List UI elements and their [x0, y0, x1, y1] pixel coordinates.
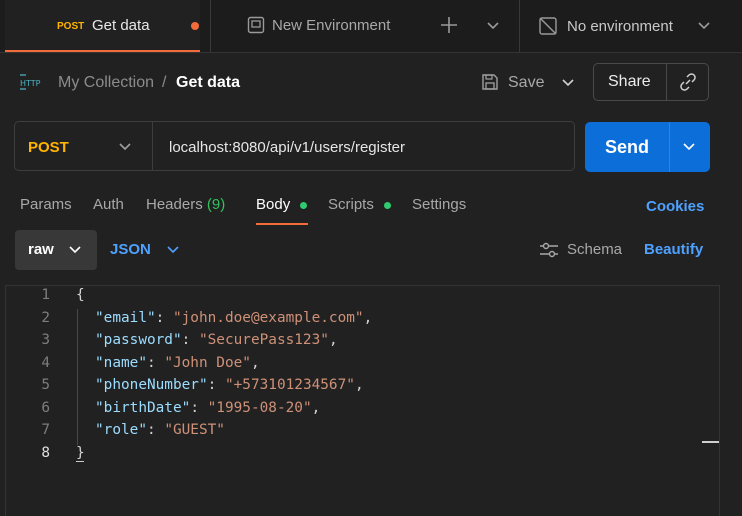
bracket-match-underline	[76, 461, 84, 462]
json-field: "phoneNumber": "+573101234567",	[95, 377, 364, 393]
code-line: 3 "password": "SecurePass123",	[0, 332, 700, 355]
method-chevron-icon[interactable]	[117, 140, 133, 159]
method-url-divider	[152, 122, 153, 170]
http-request-icon: HTTP	[18, 71, 44, 98]
environment-selector[interactable]: No environment	[567, 18, 673, 35]
code-lines: 1 { 2 "email": "john.doe@example.com", 3…	[0, 287, 700, 467]
copy-link-icon[interactable]	[678, 72, 698, 97]
body-mode-chevron-icon	[67, 243, 83, 262]
scripts-status-dot-icon	[384, 202, 391, 209]
schema-sliders-icon	[538, 240, 560, 265]
indent-guide	[77, 309, 78, 445]
tabs-overflow-chevron-icon[interactable]	[485, 19, 501, 38]
breadcrumb-separator: /	[162, 74, 167, 91]
open-brace: {	[76, 287, 85, 303]
send-divider	[669, 122, 670, 172]
line-number: 4	[41, 354, 50, 371]
save-button[interactable]: Save	[508, 74, 544, 92]
cookies-link[interactable]: Cookies	[646, 198, 704, 215]
line-number: 5	[41, 377, 50, 393]
json-field: "email": "john.doe@example.com",	[95, 309, 373, 326]
tab-body[interactable]: Body	[256, 196, 290, 213]
json-field: "role": "GUEST"	[95, 422, 225, 438]
add-tab-icon[interactable]	[438, 14, 460, 41]
headers-count-badge: (9)	[206, 196, 226, 213]
tab-auth[interactable]: Auth	[93, 196, 124, 213]
send-options-chevron-icon[interactable]	[681, 140, 697, 159]
json-field: "name": "John Doe",	[95, 354, 260, 371]
save-icon	[481, 73, 499, 96]
share-divider	[666, 63, 667, 101]
tab-new-environment[interactable]: New Environment	[272, 17, 390, 34]
body-format-select[interactable]: JSON	[110, 241, 151, 258]
line-number: 3	[41, 332, 50, 348]
url-input[interactable]: localhost:8080/api/v1/users/register	[169, 139, 405, 156]
page-title[interactable]: Get data	[176, 74, 240, 92]
breadcrumb-collection[interactable]: My Collection	[58, 74, 154, 92]
line-number: 1	[41, 287, 50, 303]
code-line: 1 {	[0, 287, 700, 310]
no-environment-icon	[538, 16, 558, 41]
method-select[interactable]: POST	[28, 139, 69, 156]
body-mode-label: raw	[28, 241, 54, 258]
code-line: 6 "birthDate": "1995-08-20",	[0, 400, 700, 423]
code-line: 5 "phoneNumber": "+573101234567",	[0, 377, 700, 400]
close-brace: }	[76, 444, 85, 461]
send-button[interactable]: Send	[605, 137, 649, 158]
tab-method-badge: POST	[57, 21, 85, 32]
line-number: 2	[41, 309, 50, 326]
code-line: 4 "name": "John Doe",	[0, 355, 700, 378]
code-line: 2 "email": "john.doe@example.com",	[0, 310, 700, 333]
share-button[interactable]: Share	[608, 73, 651, 91]
tab-headers[interactable]: Headers (9)	[146, 196, 225, 213]
line-number: 7	[41, 422, 50, 438]
environment-tab-icon	[247, 16, 265, 39]
line-number: 8	[41, 444, 50, 461]
body-format-chevron-icon[interactable]	[165, 243, 181, 262]
tab-headers-label: Headers	[146, 196, 203, 213]
svg-text:HTTP: HTTP	[20, 79, 41, 88]
schema-button[interactable]: Schema	[567, 241, 622, 258]
code-line: 8 }	[0, 445, 700, 468]
json-field: "password": "SecurePass123",	[95, 332, 338, 348]
tab-scripts[interactable]: Scripts	[328, 196, 374, 213]
code-line: 7 "role": "GUEST"	[0, 422, 700, 445]
env-divider	[519, 0, 520, 52]
json-field: "birthDate": "1995-08-20",	[95, 399, 321, 416]
active-tab-underline	[256, 223, 308, 225]
editor-scroll-marker	[702, 441, 719, 443]
editor-scrollbar-track[interactable]	[720, 285, 742, 516]
tab-settings[interactable]: Settings	[412, 196, 466, 213]
save-options-chevron-icon[interactable]	[560, 76, 576, 95]
line-number: 6	[41, 399, 50, 416]
tab-params[interactable]: Params	[20, 196, 72, 213]
body-status-dot-icon	[300, 202, 307, 209]
environment-chevron-icon[interactable]	[696, 19, 712, 38]
unsaved-dot-icon	[191, 22, 199, 30]
tab-label: Get data	[92, 17, 150, 34]
beautify-button[interactable]: Beautify	[644, 241, 703, 258]
tab-divider	[210, 0, 211, 52]
